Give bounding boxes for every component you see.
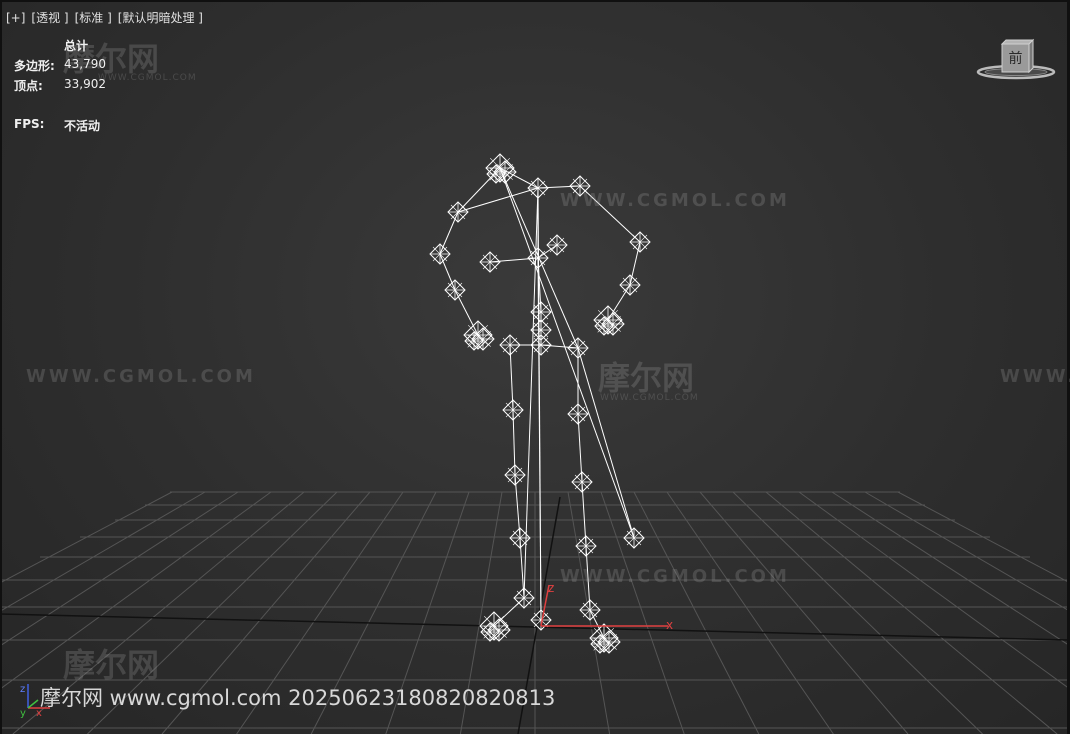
- tripod-y-axis: [27, 699, 39, 709]
- viewport-label-menu: [+] [透视 ] [标准 ] [默认明暗处理 ]: [6, 9, 209, 26]
- watermark-logo-sub: WWW.CGMOL.COM: [600, 393, 699, 403]
- footer-watermark-text: 摩尔网 www.cgmol.com 20250623180820820813: [40, 686, 556, 710]
- grid-line: [732, 491, 983, 734]
- grid-line: [897, 491, 1070, 584]
- view-cube-right-face[interactable]: [1028, 38, 1034, 74]
- polygons-label: 多边形:: [14, 59, 55, 73]
- skeleton-bone: [439, 211, 459, 255]
- skeleton-bone: [439, 253, 456, 291]
- grid-line: [831, 491, 1070, 647]
- viewport-menu-general[interactable]: [+]: [6, 11, 25, 25]
- skeleton-bone: [577, 413, 583, 483]
- grid-line: [699, 491, 909, 734]
- vertices-value: 33,902: [64, 77, 106, 91]
- view-cube-top-face[interactable]: [1000, 39, 1035, 45]
- viewport-border-left: [0, 0, 2, 734]
- grid-line: [633, 491, 760, 734]
- view-cube-face-label: 前: [1009, 50, 1023, 67]
- watermark-logo: 摩尔网: [63, 646, 160, 684]
- skeleton-bone: [540, 344, 579, 349]
- gizmo-z-label: z: [548, 581, 554, 595]
- watermark-url: WWW.CGMOL.COM: [560, 190, 790, 211]
- tripod-y-label: y: [20, 708, 26, 718]
- watermark-url: WWW.CGMOL.COM: [1000, 366, 1070, 387]
- viewport-border-top: [0, 0, 1070, 2]
- watermark-logo-sub: WWW.CGMOL.COM: [98, 73, 197, 83]
- grid-line: [567, 491, 611, 734]
- fps-label: FPS:: [14, 117, 45, 131]
- grid-line: [765, 491, 1058, 734]
- polygons-value: 43,790: [64, 57, 106, 71]
- grid-line: [798, 491, 1070, 690]
- vertices-label: 顶点:: [14, 79, 43, 93]
- watermark-url: WWW.CGMOL.COM: [560, 566, 790, 587]
- stats-header: 总计: [64, 39, 89, 53]
- viewport-menu-point-of-view[interactable]: [透视 ]: [31, 11, 68, 25]
- grid-line: [666, 491, 834, 734]
- view-cube[interactable]: 前: [976, 38, 1056, 84]
- grid-line: [600, 491, 685, 734]
- viewport-menu-standard[interactable]: [标准 ]: [75, 11, 112, 25]
- gizmo-x-label: x: [666, 618, 673, 632]
- fps-value: 不活动: [64, 119, 101, 133]
- skeleton-bone: [629, 241, 641, 286]
- viewport-menu-shading[interactable]: [默认明暗处理 ]: [118, 11, 203, 25]
- tripod-z-label: z: [20, 684, 25, 695]
- watermark-url: WWW.CGMOL.COM: [26, 366, 256, 387]
- 3d-viewport[interactable]: x z 摩尔网 WWW.CGMOL.COM WWW.CGMOL.COM WWW.…: [0, 0, 1070, 734]
